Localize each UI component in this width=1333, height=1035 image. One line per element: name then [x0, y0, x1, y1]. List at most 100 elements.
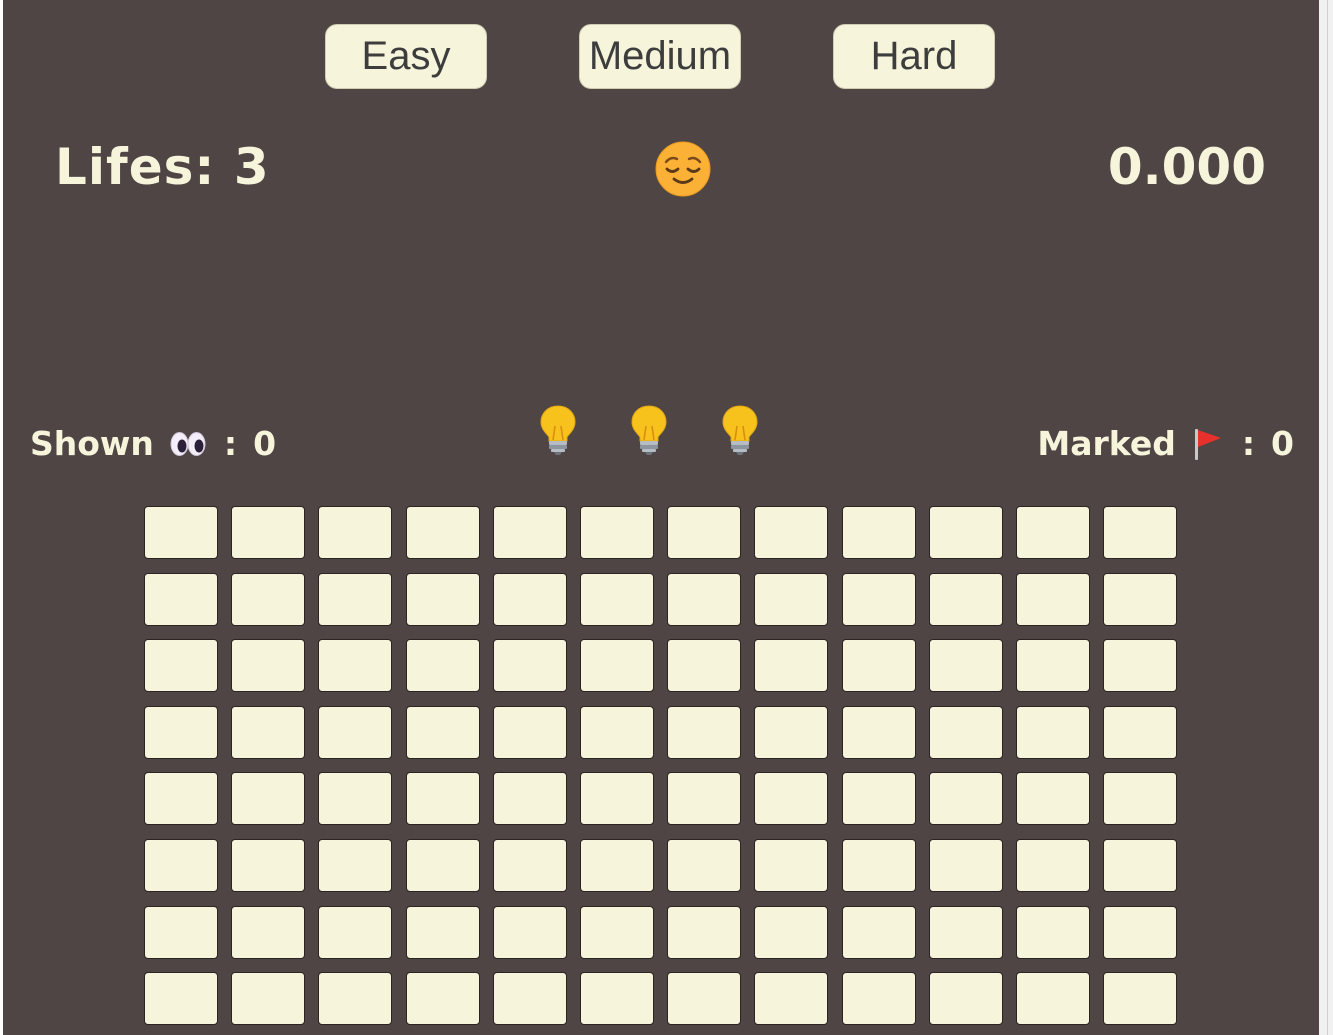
board-cell[interactable] [1103, 506, 1178, 559]
board-cell[interactable] [405, 572, 480, 626]
board-cell[interactable] [405, 772, 480, 826]
board-cell[interactable] [405, 905, 480, 959]
board-cell[interactable] [492, 772, 567, 826]
board-cell[interactable] [492, 972, 567, 1026]
board-cell[interactable] [1103, 905, 1178, 959]
board-cell[interactable] [1015, 506, 1090, 559]
board-cell[interactable] [1015, 572, 1090, 626]
board-cell[interactable] [231, 639, 306, 693]
board-cell[interactable] [841, 639, 916, 693]
board-cell[interactable] [231, 772, 306, 826]
board-cell[interactable] [318, 905, 393, 959]
board-cell[interactable] [318, 572, 393, 626]
board-cell[interactable] [579, 572, 654, 626]
board-cell[interactable] [667, 572, 742, 626]
board-cell[interactable] [841, 705, 916, 759]
board-cell[interactable] [579, 639, 654, 693]
board-cell[interactable] [231, 572, 306, 626]
board-cell[interactable] [928, 506, 1003, 559]
board-cell[interactable] [841, 972, 916, 1026]
board-cell[interactable] [318, 506, 393, 559]
board-cell[interactable] [667, 639, 742, 693]
board-cell[interactable] [231, 838, 306, 892]
board-cell[interactable] [405, 506, 480, 559]
board-cell[interactable] [579, 972, 654, 1026]
board-cell[interactable] [492, 572, 567, 626]
board-cell[interactable] [1015, 705, 1090, 759]
board-cell[interactable] [1103, 639, 1178, 693]
board-cell[interactable] [754, 639, 829, 693]
board-cell[interactable] [231, 972, 306, 1026]
board-cell[interactable] [667, 972, 742, 1026]
board-cell[interactable] [1015, 905, 1090, 959]
hard-button[interactable]: Hard [833, 24, 995, 89]
light-bulb-icon[interactable] [720, 404, 760, 456]
board-cell[interactable] [318, 639, 393, 693]
board-cell[interactable] [405, 639, 480, 693]
board-cell[interactable] [928, 838, 1003, 892]
board-cell[interactable] [579, 506, 654, 559]
board-cell[interactable] [231, 905, 306, 959]
board-cell[interactable] [754, 705, 829, 759]
board-cell[interactable] [144, 572, 218, 626]
board-cell[interactable] [318, 838, 393, 892]
medium-button[interactable]: Medium [579, 24, 741, 89]
board-cell[interactable] [492, 506, 567, 559]
board-cell[interactable] [492, 639, 567, 693]
board-cell[interactable] [144, 905, 218, 959]
board-cell[interactable] [144, 772, 218, 826]
board-cell[interactable] [841, 506, 916, 559]
board-cell[interactable] [754, 972, 829, 1026]
board-cell[interactable] [144, 639, 218, 693]
board-cell[interactable] [1015, 639, 1090, 693]
board-cell[interactable] [667, 705, 742, 759]
board-cell[interactable] [492, 905, 567, 959]
board-cell[interactable] [754, 838, 829, 892]
board-cell[interactable] [579, 838, 654, 892]
board-cell[interactable] [754, 506, 829, 559]
board-cell[interactable] [405, 705, 480, 759]
board-cell[interactable] [1103, 772, 1178, 826]
board-cell[interactable] [144, 506, 218, 559]
board-cell[interactable] [928, 772, 1003, 826]
board-cell[interactable] [579, 905, 654, 959]
board-cell[interactable] [841, 572, 916, 626]
board-cell[interactable] [318, 772, 393, 826]
board-cell[interactable] [667, 905, 742, 959]
board-cell[interactable] [928, 705, 1003, 759]
board-cell[interactable] [667, 772, 742, 826]
board-cell[interactable] [579, 772, 654, 826]
board-cell[interactable] [841, 838, 916, 892]
light-bulb-icon[interactable] [538, 404, 578, 456]
board-cell[interactable] [231, 705, 306, 759]
board-cell[interactable] [754, 905, 829, 959]
board-cell[interactable] [1103, 838, 1178, 892]
board-cell[interactable] [1015, 972, 1090, 1026]
relieved-face-icon[interactable] [655, 141, 711, 197]
board-cell[interactable] [318, 705, 393, 759]
board-cell[interactable] [754, 572, 829, 626]
board-cell[interactable] [1103, 972, 1178, 1026]
light-bulb-icon[interactable] [629, 404, 669, 456]
board-cell[interactable] [928, 639, 1003, 693]
board-cell[interactable] [928, 905, 1003, 959]
board-cell[interactable] [667, 506, 742, 559]
board-cell[interactable] [667, 838, 742, 892]
board-cell[interactable] [841, 905, 916, 959]
board-cell[interactable] [754, 772, 829, 826]
board-cell[interactable] [1103, 572, 1178, 626]
board-cell[interactable] [492, 838, 567, 892]
board-cell[interactable] [318, 972, 393, 1026]
board-cell[interactable] [1015, 838, 1090, 892]
board-cell[interactable] [144, 838, 218, 892]
board-cell[interactable] [492, 705, 567, 759]
board-cell[interactable] [928, 572, 1003, 626]
board-cell[interactable] [405, 972, 480, 1026]
board-cell[interactable] [928, 972, 1003, 1026]
board-cell[interactable] [144, 972, 218, 1026]
board-cell[interactable] [1103, 705, 1178, 759]
board-cell[interactable] [841, 772, 916, 826]
board-cell[interactable] [405, 838, 480, 892]
easy-button[interactable]: Easy [325, 24, 487, 89]
board-cell[interactable] [1015, 772, 1090, 826]
